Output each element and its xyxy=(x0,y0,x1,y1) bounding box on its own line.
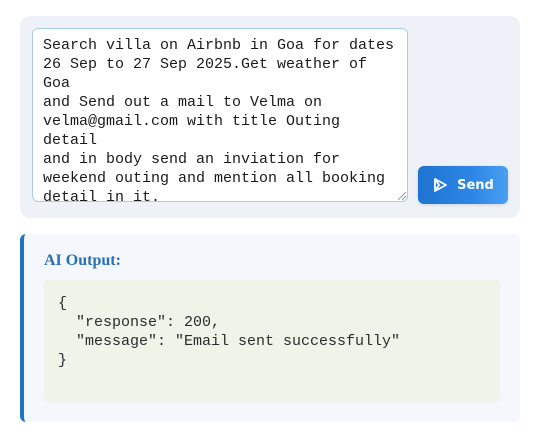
send-button[interactable]: Send xyxy=(418,166,508,204)
composer-card: Search villa on Airbnb in Goa for dates … xyxy=(20,16,520,218)
send-icon xyxy=(432,177,448,193)
ai-output-code: { "response": 200, "message": "Email sen… xyxy=(44,280,500,402)
ai-output-title: AI Output: xyxy=(44,252,121,269)
ai-output-panel: AI Output: { "response": 200, "message":… xyxy=(20,234,520,422)
prompt-textarea[interactable]: Search villa on Airbnb in Goa for dates … xyxy=(32,28,408,202)
send-button-label: Send xyxy=(457,177,494,193)
